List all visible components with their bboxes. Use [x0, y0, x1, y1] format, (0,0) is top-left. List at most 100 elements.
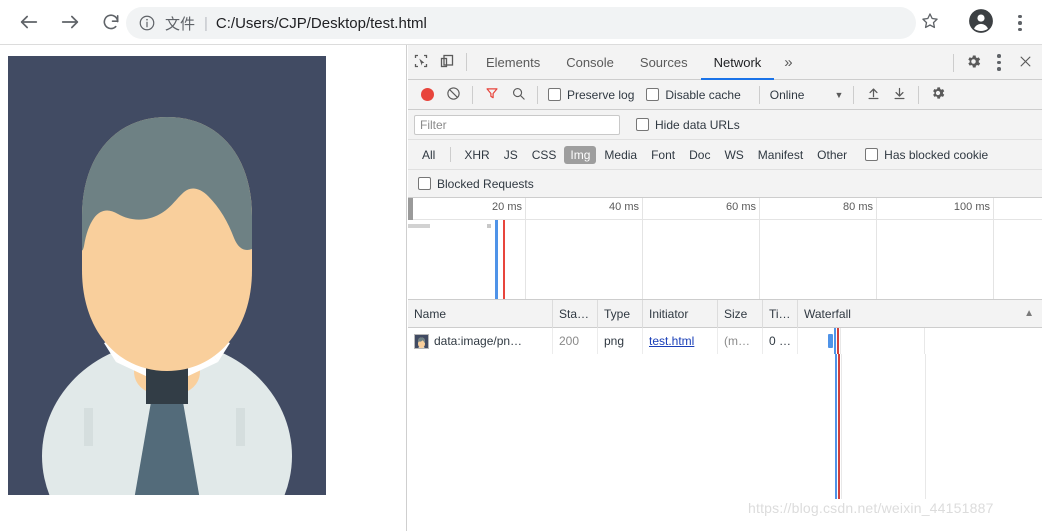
- gear-icon: [965, 53, 982, 73]
- cell-type: png: [598, 328, 643, 354]
- toolbar-divider: [537, 85, 538, 104]
- waterfall-dom-content-loaded-line: [834, 328, 836, 354]
- column-label: Ti…: [769, 306, 791, 321]
- has-blocked-cookies-label: Has blocked cookie: [884, 147, 989, 162]
- blocked-requests-checkbox[interactable]: Blocked Requests: [418, 177, 534, 191]
- column-header-waterfall[interactable]: Waterfall ▲: [798, 300, 1042, 328]
- waterfall-gridline: [841, 354, 842, 499]
- table-row[interactable]: data:image/pn… 200 png test.html (m… 0 …: [408, 328, 1042, 354]
- column-label: Size: [724, 306, 748, 321]
- tab-label: Sources: [639, 54, 688, 70]
- column-header-time[interactable]: Ti…: [763, 299, 798, 328]
- checkbox-box: [865, 148, 879, 161]
- toolbar-divider: [953, 53, 954, 72]
- checkbox-box: [548, 88, 561, 101]
- toolbar-divider: [853, 85, 855, 104]
- address-bar[interactable]: 文件 | C:/Users/CJP/Desktop/test.html: [126, 7, 916, 39]
- account-avatar-icon: [968, 8, 994, 39]
- chip-doc[interactable]: Doc: [683, 146, 716, 164]
- back-button[interactable]: [12, 5, 46, 39]
- chip-css[interactable]: CSS: [526, 146, 563, 164]
- chip-js[interactable]: JS: [498, 146, 524, 164]
- clear-button[interactable]: [440, 82, 466, 108]
- blocked-requests-row: Blocked Requests: [408, 170, 1042, 198]
- column-header-initiator[interactable]: Initiator: [643, 299, 718, 328]
- watermark-text: https://blog.csdn.net/weixin_44151887: [748, 500, 994, 516]
- tab-label: Console: [566, 54, 614, 70]
- throttling-dropdown[interactable]: Online ▼: [770, 88, 844, 102]
- disable-cache-label: Disable cache: [665, 87, 741, 102]
- more-tabs-button[interactable]: »: [774, 45, 802, 80]
- tab-sources[interactable]: Sources: [627, 45, 701, 80]
- timeline-tick-label: 40 ms: [609, 201, 639, 213]
- toolbar-divider: [758, 85, 760, 104]
- network-settings-button[interactable]: [925, 82, 951, 108]
- checkbox-box: [636, 118, 649, 131]
- url-scheme-label: 文件: [165, 15, 196, 33]
- inspect-element-button[interactable]: [408, 49, 434, 75]
- cell-name[interactable]: data:image/pn…: [408, 328, 553, 354]
- chip-all[interactable]: All: [416, 146, 441, 164]
- devtools-more-options-button[interactable]: [986, 50, 1012, 76]
- chip-font[interactable]: Font: [645, 146, 681, 164]
- column-header-type[interactable]: Type: [598, 299, 643, 328]
- import-har-button[interactable]: [860, 82, 886, 108]
- tab-console[interactable]: Console: [553, 45, 627, 80]
- has-blocked-cookies-checkbox[interactable]: Has blocked cookie: [865, 148, 988, 162]
- column-label: Initiator: [649, 306, 689, 321]
- forward-button[interactable]: [53, 5, 87, 39]
- cell-waterfall[interactable]: [798, 328, 1042, 354]
- search-button[interactable]: [505, 82, 531, 108]
- network-overview-timeline[interactable]: 20 ms 40 ms 60 ms 80 ms 100 ms: [408, 198, 1042, 300]
- blocked-requests-label: Blocked Requests: [437, 176, 534, 191]
- bookmark-button[interactable]: [916, 9, 944, 37]
- chip-img[interactable]: Img: [564, 145, 597, 164]
- filter-funnel-icon: [485, 86, 499, 103]
- chip-ws[interactable]: WS: [718, 146, 749, 164]
- chip-other[interactable]: Other: [811, 146, 853, 164]
- timeline-tick: 80 ms: [843, 198, 877, 299]
- resource-type-filters: All XHR JS CSS Img Media Font Doc WS Man…: [408, 140, 1042, 170]
- tab-elements[interactable]: Elements: [473, 45, 553, 80]
- devtools-settings-button[interactable]: [960, 50, 986, 76]
- devtools-panel: Elements Console Sources Network » Prese…: [408, 45, 1042, 531]
- url-text[interactable]: C:/Users/CJP/Desktop/test.html: [216, 15, 427, 32]
- device-toolbar-button[interactable]: [434, 49, 460, 75]
- timeline-window-grabber-left[interactable]: [408, 198, 413, 220]
- filter-toggle-button[interactable]: [479, 82, 505, 108]
- chip-manifest[interactable]: Manifest: [752, 146, 809, 164]
- clear-circle-slash-icon: [446, 86, 461, 104]
- cell-size: (m…: [718, 328, 763, 354]
- disable-cache-checkbox[interactable]: Disable cache: [646, 87, 741, 102]
- hide-data-urls-checkbox[interactable]: Hide data URLs: [636, 118, 740, 132]
- browser-menu-button[interactable]: [1006, 9, 1034, 37]
- column-header-name[interactable]: Name: [408, 299, 553, 328]
- chip-xhr[interactable]: XHR: [458, 146, 495, 164]
- toolbar-divider: [472, 85, 473, 104]
- filter-input[interactable]: [414, 114, 620, 135]
- profile-button[interactable]: [966, 8, 996, 38]
- record-button[interactable]: [414, 82, 440, 108]
- export-har-button[interactable]: [886, 82, 912, 108]
- timeline-window-handle[interactable]: [408, 224, 430, 228]
- sort-ascending-icon[interactable]: ▲: [1024, 308, 1034, 319]
- initiator-link[interactable]: test.html: [649, 334, 694, 348]
- preserve-log-checkbox[interactable]: Preserve log: [548, 88, 634, 102]
- reload-button[interactable]: [94, 5, 128, 39]
- column-header-size[interactable]: Size: [718, 299, 763, 328]
- waterfall-request-bar: [828, 334, 833, 348]
- waterfall-gridline: [924, 328, 925, 354]
- record-button-icon: [420, 88, 434, 101]
- column-header-status[interactable]: Sta…: [553, 299, 598, 328]
- toolbar-divider: [466, 53, 467, 71]
- info-circle-icon[interactable]: [138, 14, 156, 32]
- url-separator: |: [204, 14, 208, 32]
- waterfall-dom-content-loaded-line: [835, 354, 837, 499]
- reload-icon: [101, 12, 121, 32]
- cell-initiator[interactable]: test.html: [643, 328, 718, 354]
- devtools-close-button[interactable]: [1012, 50, 1038, 76]
- tab-network[interactable]: Network: [700, 45, 775, 80]
- waterfall-gridline: [925, 354, 926, 499]
- close-icon: [1018, 54, 1033, 72]
- chip-media[interactable]: Media: [598, 146, 643, 164]
